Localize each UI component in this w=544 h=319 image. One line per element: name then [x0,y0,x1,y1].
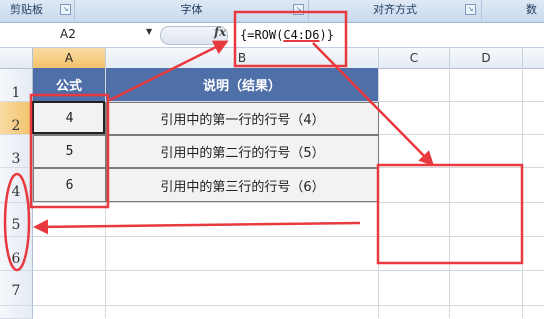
arrow-to-row-numbers [33,219,361,235]
arrow-to-range [312,42,435,167]
arrow-to-formula [109,40,229,102]
annotation-layer [3,10,524,272]
results-highlight-box [29,93,110,209]
row-numbers-ellipse [3,172,31,272]
target-range-box [376,163,524,265]
